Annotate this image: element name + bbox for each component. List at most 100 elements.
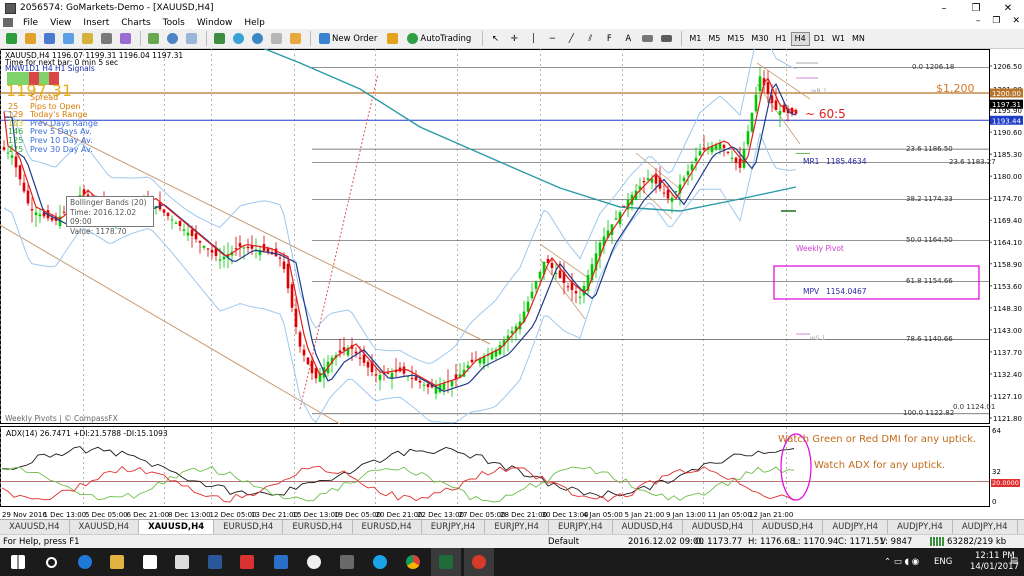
tf-m15[interactable]: M15 bbox=[724, 32, 747, 46]
tf-mn[interactable]: MN bbox=[849, 32, 868, 46]
menu-view[interactable]: View bbox=[44, 18, 77, 28]
chart-tab[interactable]: AUDJPY,H4 bbox=[823, 520, 889, 534]
status-open: O: 1173.77 bbox=[695, 537, 743, 547]
tf-d1[interactable]: D1 bbox=[811, 32, 828, 46]
fib-level-label: 38.2 1174.33 bbox=[906, 195, 953, 203]
candle-body bbox=[450, 380, 454, 387]
calculator-button[interactable] bbox=[167, 548, 197, 576]
date-axis-label: 19 Dec 05:00 bbox=[334, 511, 381, 519]
chart-tab[interactable]: EURUSD,H4 bbox=[283, 520, 353, 534]
autotrading-button[interactable]: AutoTrading bbox=[403, 31, 475, 47]
candle bbox=[594, 241, 598, 279]
chart-tab[interactable]: EURUSD,H4 bbox=[353, 520, 422, 534]
search-button[interactable] bbox=[36, 548, 66, 576]
chart-tab[interactable]: XAUUSD,H4 bbox=[70, 520, 140, 534]
menu-window[interactable]: Window bbox=[191, 18, 239, 28]
explorer-button[interactable] bbox=[102, 548, 132, 576]
mt4-button[interactable] bbox=[431, 548, 461, 576]
tray-clock[interactable]: 12:11 PM bbox=[975, 551, 1015, 561]
tf-m30[interactable]: M30 bbox=[748, 32, 771, 46]
candle bbox=[614, 210, 618, 220]
edge-button[interactable] bbox=[70, 548, 100, 576]
chart-tab[interactable]: AUDUSD,H4 bbox=[683, 520, 754, 534]
store-button[interactable] bbox=[135, 548, 165, 576]
status-profile[interactable]: Default bbox=[548, 537, 579, 547]
fibonacci-tool[interactable]: F bbox=[601, 31, 617, 47]
chart-tab[interactable]: AUDUSD,H4 bbox=[613, 520, 683, 534]
close-button[interactable]: ✕ bbox=[992, 0, 1024, 16]
chart-tab[interactable]: XAUUSD,H4 bbox=[139, 520, 215, 534]
label-tool[interactable] bbox=[639, 31, 655, 47]
app-shield-button[interactable] bbox=[266, 548, 296, 576]
horizontal-line-tool[interactable]: ─ bbox=[544, 31, 560, 47]
profiles-button[interactable] bbox=[22, 31, 38, 47]
arrows-tool[interactable] bbox=[658, 31, 674, 47]
tray-icons[interactable]: ⌃ ▭ ◖ ◉ bbox=[884, 557, 919, 567]
chart-minimize-button[interactable]: – bbox=[976, 16, 981, 26]
text-tool[interactable]: A bbox=[620, 31, 636, 47]
candle-body bbox=[766, 82, 770, 95]
chart-tab[interactable]: AUDJPY,H4 bbox=[953, 520, 1018, 534]
notifications-icon[interactable]: ▤ bbox=[1010, 556, 1018, 566]
app-red-button[interactable] bbox=[464, 548, 494, 576]
app-w-button[interactable] bbox=[200, 548, 230, 576]
adx-note-adx: Watch ADX for any uptick. bbox=[814, 460, 946, 471]
chart-properties-button[interactable] bbox=[211, 31, 227, 47]
tf-h1[interactable]: H1 bbox=[773, 32, 790, 46]
new-chart-button[interactable] bbox=[3, 31, 19, 47]
expert-editor-button[interactable] bbox=[384, 31, 400, 47]
chart-restore-button[interactable]: ❐ bbox=[992, 16, 1000, 26]
price-chart[interactable]: 1206.501201.001195.901190.601185.301180.… bbox=[0, 49, 1024, 519]
chrome-button[interactable] bbox=[398, 548, 428, 576]
minimize-button[interactable]: – bbox=[928, 0, 960, 16]
chart-tab[interactable]: AUDUSD,H4 bbox=[753, 520, 824, 534]
data-window-button[interactable] bbox=[60, 31, 76, 47]
menu-tools[interactable]: Tools bbox=[157, 18, 191, 28]
menu-help[interactable]: Help bbox=[238, 18, 271, 28]
zoom-out-button[interactable] bbox=[249, 31, 265, 47]
tf-m5[interactable]: M5 bbox=[705, 32, 723, 46]
app-k-button[interactable] bbox=[232, 548, 262, 576]
candle-body bbox=[294, 308, 298, 328]
vertical-line-tool[interactable]: │ bbox=[525, 31, 541, 47]
chart-tab[interactable]: EURJPY,H4 bbox=[485, 520, 549, 534]
menu-file[interactable]: File bbox=[17, 18, 44, 28]
menu-charts[interactable]: Charts bbox=[115, 18, 156, 28]
chart-tab[interactable]: AUDJPY,H4 bbox=[888, 520, 953, 534]
navigator-button[interactable] bbox=[79, 31, 95, 47]
crosshair-tool[interactable]: ✛ bbox=[506, 31, 522, 47]
history-center-button[interactable] bbox=[145, 31, 161, 47]
trendline-tool[interactable]: ╱ bbox=[563, 31, 579, 47]
options-button[interactable] bbox=[164, 31, 180, 47]
new-order-button[interactable]: New Order bbox=[315, 31, 381, 47]
terminal-button[interactable] bbox=[98, 31, 114, 47]
grid-button[interactable] bbox=[268, 31, 284, 47]
channel-tool[interactable]: ⫽ bbox=[582, 31, 598, 47]
chart-tab[interactable]: EURJPY,H4 bbox=[549, 520, 613, 534]
tf-h4[interactable]: H4 bbox=[790, 31, 810, 46]
chart-tab[interactable]: NZDUSD,H4 bbox=[1018, 520, 1024, 534]
restore-button[interactable]: ❐ bbox=[960, 0, 992, 16]
zoom-in-button[interactable] bbox=[230, 31, 246, 47]
market-watch-button[interactable] bbox=[41, 31, 57, 47]
app-chat-button[interactable] bbox=[365, 548, 395, 576]
chart-close-button[interactable]: ✕ bbox=[1012, 16, 1020, 26]
tf-w1[interactable]: W1 bbox=[829, 32, 848, 46]
chart-menu-icon[interactable] bbox=[3, 18, 13, 27]
templates-button[interactable] bbox=[183, 31, 199, 47]
separator bbox=[140, 31, 141, 46]
menu-insert[interactable]: Insert bbox=[77, 18, 115, 28]
app-sound-button[interactable] bbox=[299, 548, 329, 576]
chart-tab[interactable]: EURUSD,H4 bbox=[214, 520, 284, 534]
chart-tab[interactable]: EURJPY,H4 bbox=[422, 520, 486, 534]
tf-m1[interactable]: M1 bbox=[686, 32, 704, 46]
strategy-tester-button[interactable] bbox=[117, 31, 133, 47]
chart-tab[interactable]: XAUUSD,H4 bbox=[0, 520, 70, 534]
start-button[interactable] bbox=[3, 548, 33, 576]
chart-window[interactable]: 1206.501201.001195.901190.601185.301180.… bbox=[0, 49, 1024, 519]
app-camera-button[interactable] bbox=[332, 548, 362, 576]
cursor-tool[interactable]: ↖ bbox=[487, 31, 503, 47]
tray-language[interactable]: ENG bbox=[934, 557, 952, 567]
tile-windows-button[interactable] bbox=[287, 31, 303, 47]
price-axis-label: 1169.40 bbox=[993, 217, 1022, 225]
